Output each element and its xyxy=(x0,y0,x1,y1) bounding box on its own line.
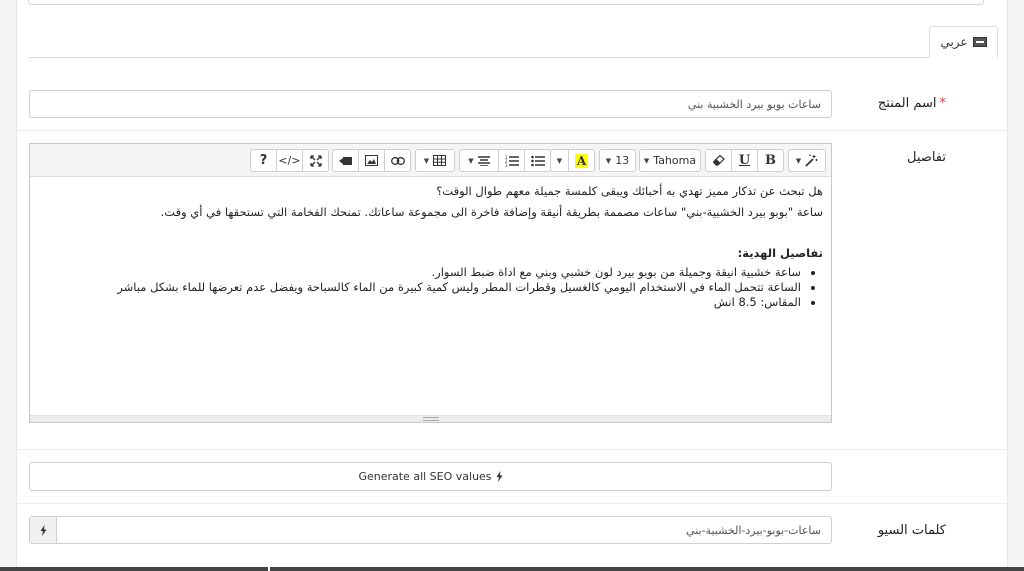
row-divider xyxy=(16,503,1008,504)
seo-keywords-input[interactable]: ساعات-بوبو-بيرد-الخشبية-بني xyxy=(57,517,831,543)
video-icon xyxy=(338,156,352,165)
chevron-down-icon: ▼ xyxy=(605,156,612,165)
tab-arabic[interactable]: عربي xyxy=(929,26,998,58)
bold-button[interactable]: B xyxy=(757,149,784,172)
top-field-remnant xyxy=(28,0,984,5)
tab-arabic-label: عربي xyxy=(940,35,968,49)
list-item: الساعة تتحمل الماء في الاستخدام اليومي ك… xyxy=(43,280,801,295)
seo-keywords-group: ساعات-بوبو-بيرد-الخشبية-بني xyxy=(29,516,832,544)
align-icon xyxy=(477,155,490,166)
product-name-label: *اسم المنتج xyxy=(877,96,947,111)
font-size-select[interactable]: ▼ 13 xyxy=(599,149,636,172)
clear-format-button[interactable] xyxy=(705,149,732,172)
row-divider xyxy=(16,449,1008,450)
seo-keywords-label: كلمات السيو xyxy=(877,523,946,538)
list-item: ساعة خشبية انيقة وجميلة من بوبو بيرد لون… xyxy=(43,265,802,280)
link-button[interactable] xyxy=(384,149,411,172)
fullscreen-button[interactable] xyxy=(302,149,329,172)
image-button[interactable] xyxy=(358,149,385,172)
editor-content[interactable]: هل تبحث عن تذكار مميز تهدي به أحبائك ويب… xyxy=(43,182,823,310)
keywords-generate-button[interactable] xyxy=(30,517,57,543)
keyboard-icon xyxy=(972,37,987,47)
content-paragraph: هل تبحث عن تذكار مميز تهدي به أحبائك ويب… xyxy=(436,184,823,198)
video-button[interactable] xyxy=(332,149,359,172)
product-name-input[interactable]: ساعات بوبو بيرد الخشبية بني xyxy=(29,90,832,118)
content-heading: تفاصيل الهدية: xyxy=(737,246,823,260)
paragraph-align-button[interactable]: ▼ xyxy=(459,149,499,172)
row-divider xyxy=(16,130,1008,131)
underline-button[interactable]: U xyxy=(731,149,758,172)
chevron-down-icon: ▼ xyxy=(556,156,563,165)
details-label: تفاصيل xyxy=(907,150,946,165)
fullscreen-icon xyxy=(309,154,322,167)
color-dropdown-button[interactable]: ▼ xyxy=(550,149,569,172)
style-dropdown-button[interactable]: ▼ xyxy=(788,149,826,172)
image-icon xyxy=(365,155,378,166)
svg-text:3: 3 xyxy=(505,163,508,167)
list-item: المقاس: 8.5 انش xyxy=(43,295,801,310)
highlight-color-button[interactable]: A xyxy=(568,149,595,172)
grip-icon xyxy=(423,417,439,421)
generate-seo-button[interactable]: Generate all SEO values xyxy=(29,462,832,491)
rich-text-editor[interactable]: ? </> ▼ ▼ 123 ▼ A ▼ 13 ▼ Tahoma U B ▼ هل… xyxy=(29,143,832,423)
ordered-list-icon: 123 xyxy=(505,155,519,167)
content-list: ساعة خشبية انيقة وجميلة من بوبو بيرد لون… xyxy=(43,265,823,310)
chevron-down-icon: ▼ xyxy=(468,156,474,165)
editor-resize-handle[interactable] xyxy=(30,415,831,422)
editor-toolbar: ? </> ▼ ▼ 123 ▼ A ▼ 13 ▼ Tahoma U B ▼ xyxy=(30,144,831,177)
chevron-down-icon: ▼ xyxy=(423,156,430,165)
ordered-list-button[interactable]: 123 xyxy=(498,149,525,172)
help-button[interactable]: ? xyxy=(250,149,277,172)
table-button[interactable]: ▼ xyxy=(415,149,455,172)
bolt-icon xyxy=(496,471,503,482)
magic-wand-icon xyxy=(805,154,818,167)
required-mark: * xyxy=(939,96,947,111)
bottom-scroll-edge xyxy=(0,567,1024,571)
content-paragraph: ساعة "بوبو بيرد الخشبية-بني" ساعات مصممة… xyxy=(160,205,823,219)
unordered-list-icon xyxy=(530,155,545,166)
link-icon xyxy=(390,156,405,165)
chevron-down-icon: ▼ xyxy=(643,156,650,165)
bolt-icon xyxy=(40,524,46,536)
unordered-list-button[interactable] xyxy=(524,149,551,172)
eraser-icon xyxy=(712,155,725,166)
table-icon xyxy=(433,155,447,166)
chevron-down-icon: ▼ xyxy=(795,156,802,165)
code-view-button[interactable]: </> xyxy=(276,149,303,172)
tabs-divider xyxy=(28,57,998,58)
font-family-select[interactable]: ▼ Tahoma xyxy=(639,149,701,172)
